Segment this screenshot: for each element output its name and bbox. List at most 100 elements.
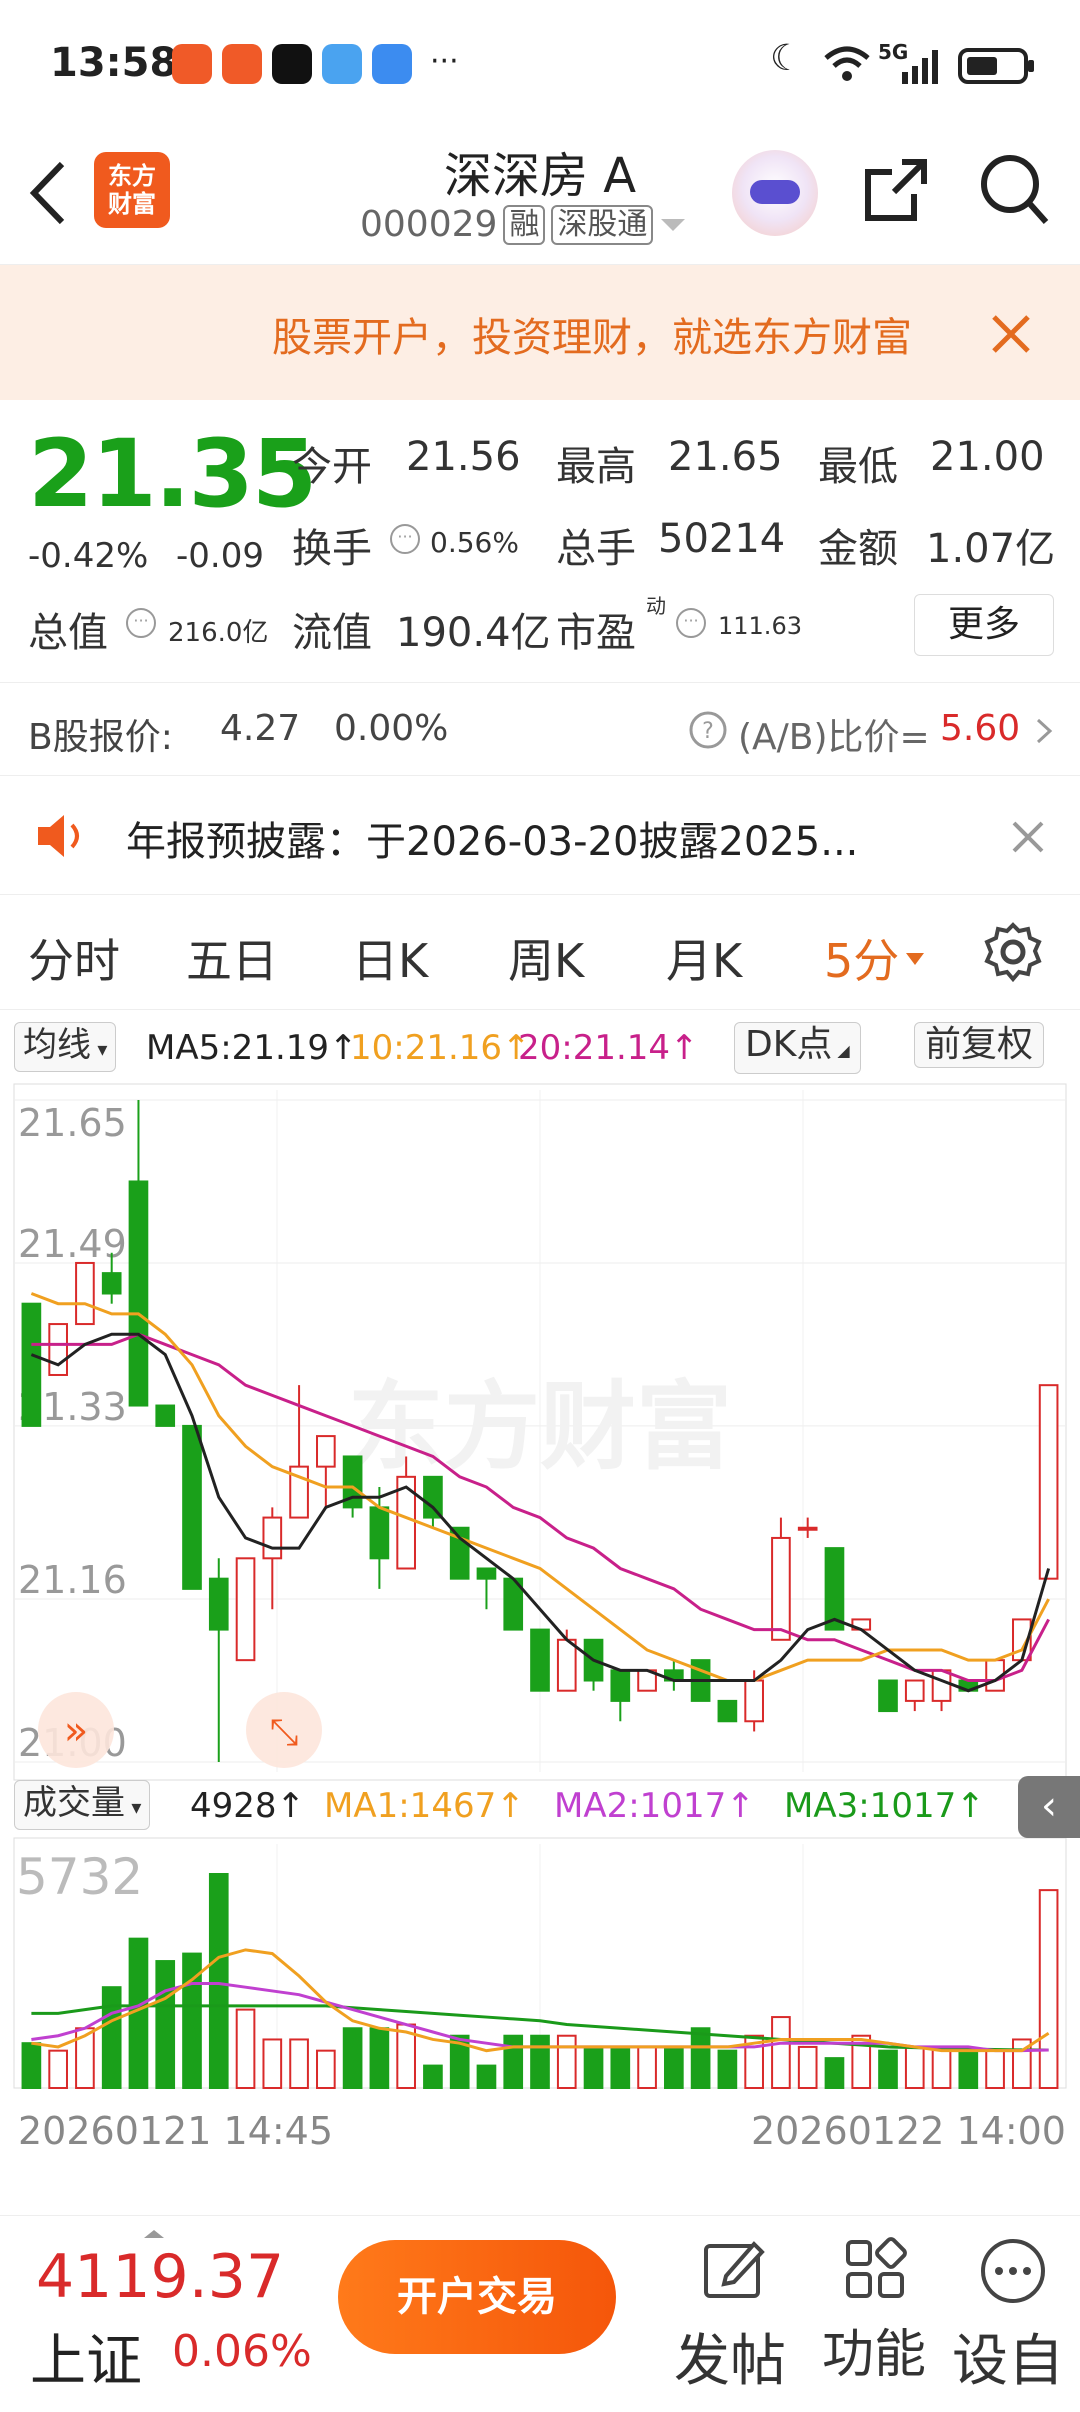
notice-text: 年报预披露：于2026-03-20披露2025... [126,819,859,865]
volume-bar [235,2008,256,2089]
close-icon[interactable] [988,311,1034,357]
status-time: 13:58 [50,40,178,86]
tiktok-icon [272,44,312,84]
function-grid-icon[interactable] [842,2236,908,2302]
volume-bar [797,2045,818,2090]
stock-code: 000029 [360,204,498,245]
index-value[interactable]: 4119.37 [36,2242,284,2312]
volume-bar [771,2016,791,2089]
change-amount: -0.09 [176,536,264,576]
svg-text:?: ? [702,719,714,744]
info-icon[interactable]: ··· [676,608,706,638]
candle-body [423,1475,443,1519]
volume-bar [878,2049,898,2089]
notice-bar[interactable]: 年报预披露：于2026-03-20披露2025... [0,777,1080,895]
volume-value: 50214 [658,516,786,562]
candle-body [208,1577,229,1631]
moon-icon: ☾ [770,38,803,79]
kline-svg[interactable]: 21.6521.4921.3321.1621.00东方财富57322026012… [0,1080,1080,2170]
candle-body [530,1628,550,1692]
tab-intraday[interactable]: 分时 [28,925,120,991]
kuaishou-icon [172,44,212,84]
tab-five-day[interactable]: 五日 [186,925,278,991]
search-icon[interactable] [978,152,1050,228]
ma-select[interactable]: 均线 ▾ [14,1022,117,1072]
volume-select[interactable]: 成交量 ▾ [14,1780,151,1830]
share-icon[interactable] [860,154,932,226]
volume-bar [958,2049,979,2089]
ratio-value: 5.60 [940,708,1021,749]
gear-icon[interactable] [982,921,1044,983]
info-icon[interactable]: ··· [126,608,156,638]
tab-monthly-k[interactable]: 月K [666,925,742,991]
volume-bar [610,2045,631,2090]
candle-body [824,1547,845,1631]
high-label: 最高 [556,444,636,490]
candle-body [744,1679,764,1723]
more-dots-icon[interactable] [978,2236,1048,2306]
info-icon[interactable]: ··· [390,524,420,554]
volume-bar [503,2034,524,2090]
margin-tag: 融 [503,204,546,245]
turnover-label: 换手 [292,526,372,572]
change-percent: -0.42% [28,536,149,576]
volume-bar [262,2038,283,2089]
volume-bar [155,1960,176,2089]
volume-bar [985,2049,1005,2089]
dropdown-icon [661,218,686,231]
candle-body [48,1323,68,1376]
more-button[interactable]: 更多 [914,594,1054,656]
float-value: 190.4亿 [396,610,551,656]
volume-bar [690,2027,711,2090]
tab-daily-k[interactable]: 日K [352,925,428,991]
assistant-robot-icon[interactable] [732,150,818,236]
kline-chart-area: 均线 ▾ MA5:21.19↑ 10:21.16↑ 20:21.14↑ DK点 … [0,1010,1080,2170]
vma2-label: MA2:1017↑ [554,1786,755,1826]
candle-body [904,1679,925,1702]
tab-5min[interactable]: 5分 [824,925,899,991]
edit-post-icon[interactable] [700,2236,766,2302]
pe-value: 111.63 [718,612,802,640]
last-price: 21.35 [28,420,317,529]
quote-panel: 21.35 -0.42% -0.09 今开 21.56 最高 21.65 最低 … [0,400,1080,683]
tab-weekly-k[interactable]: 周K [508,925,584,991]
volume-label: 总手 [556,526,636,572]
open-account-button[interactable]: 开户交易 [338,2240,616,2354]
volume-bar [208,1873,229,2089]
dk-button[interactable]: DK点 ◢ [734,1022,861,1074]
volume-bar [289,2038,309,2089]
collapse-panel-button[interactable]: ‹ [1018,1776,1080,1838]
candle-body [182,1424,202,1590]
volume-bar [824,2057,845,2089]
price-tick-label: 21.49 [18,1222,127,1266]
volume-bar [101,1986,122,2090]
candle-body [75,1261,95,1326]
post-label[interactable]: 发帖 [674,2316,786,2397]
amount-label: 金额 [818,526,898,572]
index-name[interactable]: 上证 [30,2316,142,2397]
candle-body [235,1557,256,1662]
float-label: 流值 [292,610,372,656]
volume-bar [530,2034,550,2090]
candle-body [21,1302,42,1427]
bottom-bar: 4119.37 上证 0.06% 开户交易 发帖 功能 设自 [0,2215,1080,2412]
stock-code-row[interactable]: 000029 融 深股通 [360,204,687,245]
function-label[interactable]: 功能 [822,2312,926,2387]
wifi-icon [824,46,870,81]
adjust-button[interactable]: 前复权 [914,1022,1045,1068]
settings-label[interactable]: 设自 [952,2316,1064,2397]
volume-bar [637,2045,657,2090]
candle-body [1038,1384,1059,1580]
promo-banner[interactable]: 股票开户，投资理财，就选东方财富 [0,265,1080,400]
bshare-row[interactable]: B股报价: 4.27 0.00% ? (A/B)比价= 5.60 [0,684,1080,776]
volume-bar [316,2049,336,2089]
bshare-change: 0.00% [334,708,449,749]
candle-body [878,1679,898,1713]
index-change: 0.06% [172,2326,312,2377]
close-icon[interactable] [1008,817,1048,857]
low-value: 21.00 [930,434,1045,480]
volume-bar [423,2064,443,2089]
x-axis-label: 20260122 14:00 [751,2109,1066,2153]
candle-body [155,1404,176,1427]
help-icon[interactable]: ? [688,710,728,750]
